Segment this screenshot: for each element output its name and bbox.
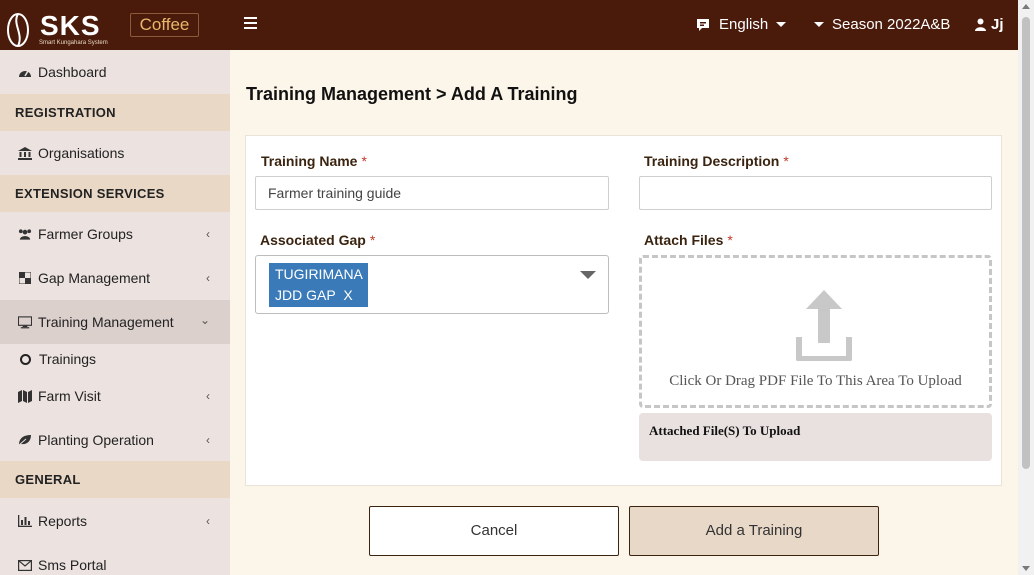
training-description-label: Training Description * <box>644 153 789 169</box>
selected-gap-tag: TUGIRIMANA JDD GAP X <box>269 263 368 307</box>
chevron-left-icon: ‹ <box>206 514 210 528</box>
chevron-left-icon: ‹ <box>206 271 210 285</box>
section-header-extension-services: EXTENSION SERVICES <box>0 175 230 212</box>
chevron-down-icon: ⌄ <box>199 313 210 327</box>
sidebar-item-dashboard[interactable]: Dashboard <box>0 50 230 94</box>
training-name-input[interactable] <box>255 176 609 210</box>
chat-bubble-icon <box>697 18 709 31</box>
sidebar-item-label: Gap Management <box>38 270 151 286</box>
sidebar-item-label: Training Management <box>38 314 174 330</box>
dropdown-caret-icon[interactable] <box>580 271 596 279</box>
sidebar-item-label: Sms Portal <box>38 557 107 573</box>
section-header-general: GENERAL <box>0 461 230 498</box>
upload-hint-text: Click Or Drag PDF File To This Area To U… <box>669 373 962 389</box>
sks-logo[interactable]: SKS Smart Kungahara System <box>6 6 118 48</box>
tag-remove-icon[interactable]: X <box>343 287 352 303</box>
bank-icon <box>18 146 32 160</box>
chevron-left-icon: ‹ <box>206 433 210 447</box>
sidebar-item-label: Dashboard <box>38 64 107 80</box>
language-label: English <box>719 16 769 33</box>
sidebar-item-label: Reports <box>38 513 88 529</box>
caret-down-icon <box>814 22 824 27</box>
attached-files-title: Attached File(S) To Upload <box>649 423 801 438</box>
users-icon <box>18 227 32 241</box>
sidebar-item-label: Organisations <box>38 145 125 161</box>
product-badge: Coffee <box>130 13 199 37</box>
associated-gap-label: Associated Gap * <box>260 232 376 248</box>
user-name: Jj <box>991 16 1004 33</box>
sidebar-item-label: Trainings <box>39 351 97 367</box>
user-menu[interactable]: Jj <box>975 16 1004 33</box>
training-description-input[interactable] <box>639 176 992 210</box>
sidebar: Dashboard REGISTRATION Organisations EXT… <box>0 50 230 575</box>
add-training-button[interactable]: Add a Training <box>629 506 879 556</box>
season-selector[interactable]: Season 2022A&B <box>814 16 950 33</box>
logo-subtitle: Smart Kungahara System <box>39 40 108 46</box>
circle-icon <box>20 353 31 365</box>
attach-files-label: Attach Files * <box>644 232 733 248</box>
page-title: Training Management > Add A Training <box>246 84 578 104</box>
menu-toggle-icon[interactable] <box>244 17 257 29</box>
sidebar-item-label: Farm Visit <box>38 388 101 404</box>
sidebar-item-label: Planting Operation <box>38 432 154 448</box>
envelope-icon <box>18 558 32 572</box>
user-icon <box>975 18 986 31</box>
associated-gap-select[interactable]: TUGIRIMANA JDD GAP X <box>255 255 609 314</box>
logo-text: SKS <box>40 10 101 41</box>
sidebar-item-training-management[interactable]: Training Management ⌄ <box>0 300 230 344</box>
upload-icon <box>796 290 852 361</box>
chevron-left-icon: ‹ <box>206 389 210 403</box>
sidebar-item-farm-visit[interactable]: Farm Visit ‹ <box>0 374 230 418</box>
sidebar-subitem-trainings[interactable]: Trainings <box>20 351 96 367</box>
cancel-button[interactable]: Cancel <box>369 506 619 556</box>
leaf-icon <box>18 433 32 447</box>
scroll-thumb[interactable] <box>1022 17 1030 469</box>
sidebar-item-reports[interactable]: Reports ‹ <box>0 499 230 543</box>
sidebar-item-farmer-groups[interactable]: Farmer Groups ‹ <box>0 212 230 256</box>
section-header-registration: REGISTRATION <box>0 94 230 131</box>
file-upload-dropzone[interactable]: Click Or Drag PDF File To This Area To U… <box>639 255 992 408</box>
desktop-icon <box>18 315 32 329</box>
sidebar-item-gap-management[interactable]: Gap Management ‹ <box>0 256 230 300</box>
scroll-down-arrow-icon[interactable] <box>1022 566 1030 571</box>
coffee-bean-icon <box>7 13 29 47</box>
map-icon <box>18 389 32 403</box>
scroll-up-arrow-icon[interactable] <box>1022 4 1030 9</box>
sidebar-item-organisations[interactable]: Organisations <box>0 131 230 175</box>
chevron-down-icon <box>776 22 787 27</box>
attached-files-panel: Attached File(S) To Upload <box>639 413 992 461</box>
training-name-label: Training Name * <box>261 153 367 169</box>
chevron-left-icon: ‹ <box>206 227 210 241</box>
sidebar-item-label: Farmer Groups <box>38 226 133 242</box>
page-scrollbar[interactable] <box>1018 0 1034 575</box>
language-selector[interactable]: English <box>695 16 787 33</box>
bar-chart-icon <box>18 514 32 528</box>
sidebar-item-sms-portal[interactable]: Sms Portal <box>0 543 230 575</box>
gauge-icon <box>18 65 32 79</box>
top-bar: SKS Smart Kungahara System Coffee Englis… <box>0 0 1018 50</box>
season-label: Season 2022A&B <box>832 16 951 33</box>
sidebar-item-planting-operation[interactable]: Planting Operation ‹ <box>0 418 230 462</box>
chess-board-icon <box>18 271 32 285</box>
